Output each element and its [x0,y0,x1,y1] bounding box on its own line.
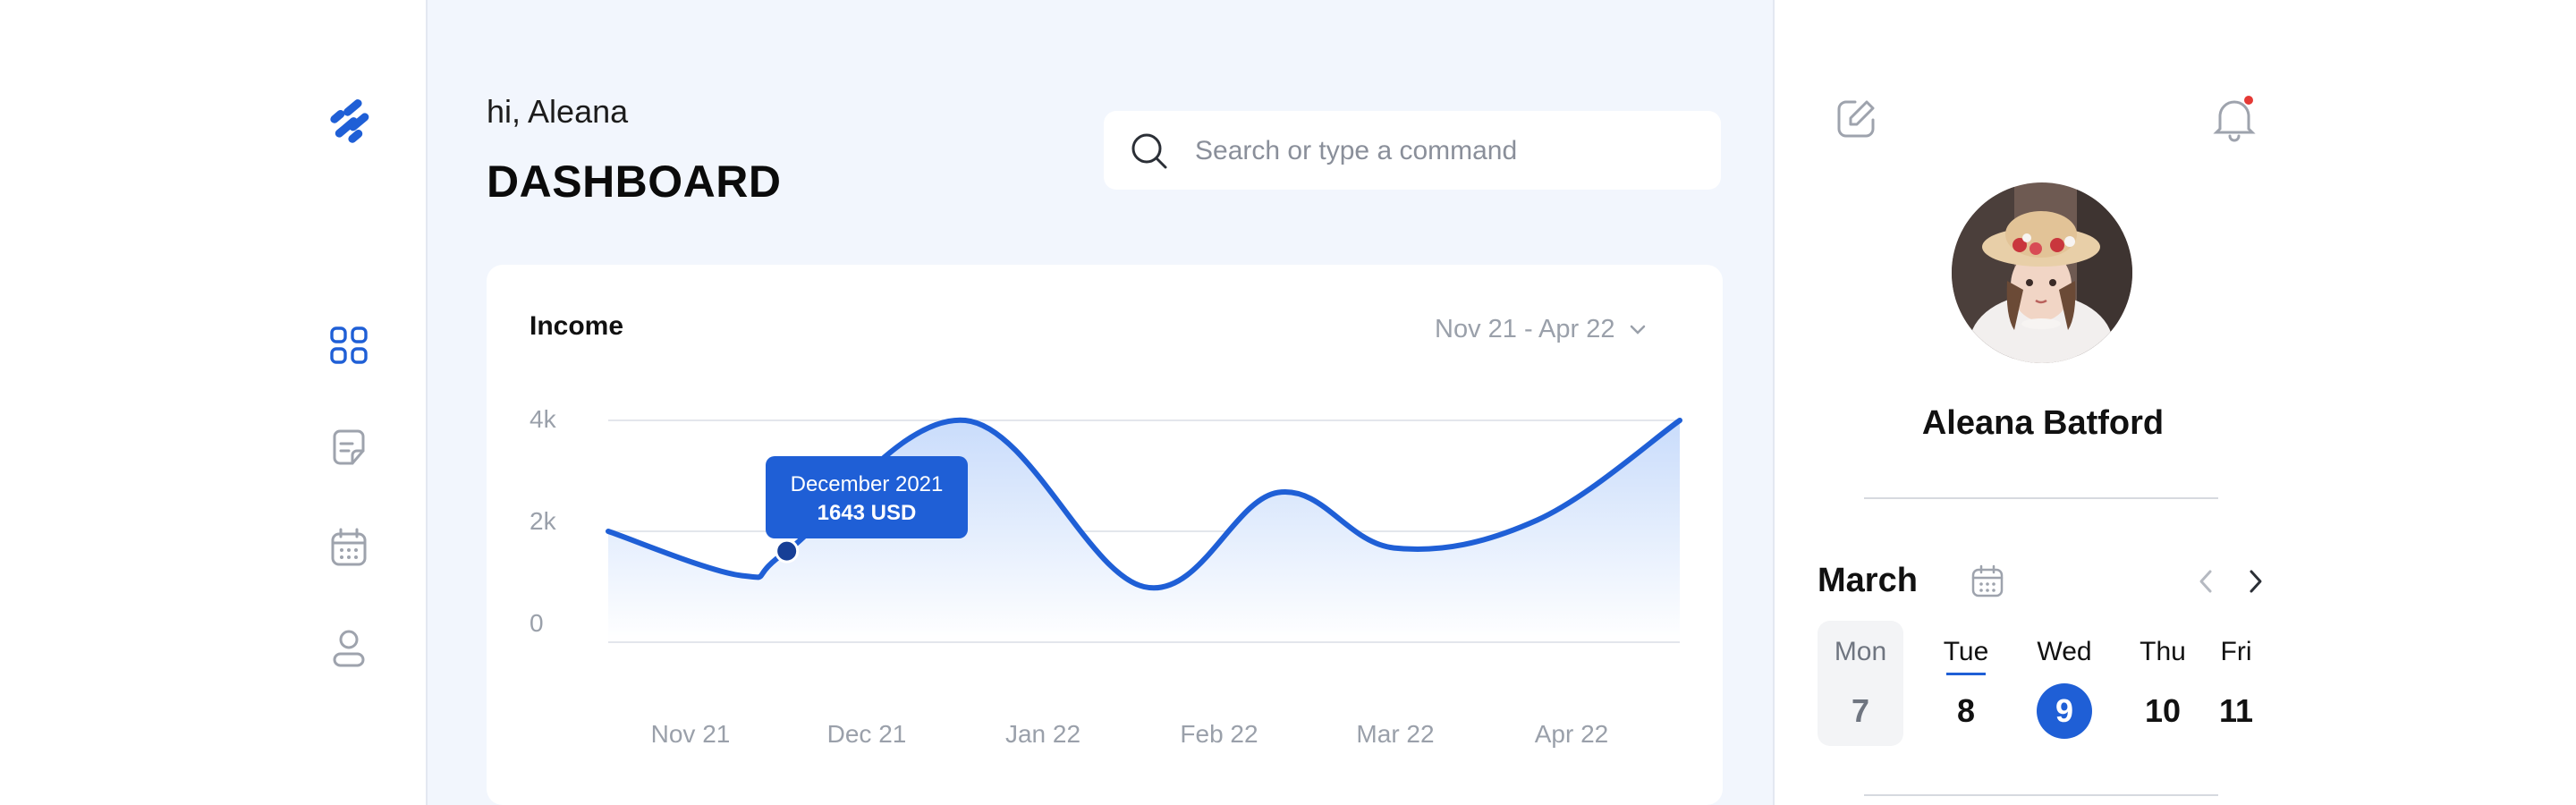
calendar-icon[interactable] [1970,564,2005,599]
y-tick-label: 4k [530,405,557,433]
x-tick-label: Nov 21 [651,720,731,748]
highlight-point[interactable] [775,538,800,564]
search-input[interactable] [1193,129,1698,174]
day-date: 10 [2144,692,2182,729]
x-tick-label: Jan 22 [1005,720,1080,748]
profile-name: Aleana Batford [1921,404,2165,442]
notification-dot [2244,96,2253,105]
today-indicator [1946,673,1986,675]
calendar-day-selected[interactable]: Wed 9 [2021,621,2107,746]
search-icon [1131,133,1167,169]
bell-icon[interactable] [2211,93,2258,143]
logo-icon[interactable] [324,93,377,147]
calendar-day[interactable]: Tue 8 [1923,621,2009,746]
day-date: 9 [2055,692,2074,729]
calendar-icon[interactable] [327,526,370,569]
edit-icon[interactable] [1834,97,1878,141]
tooltip-title: December 2021 [790,472,944,496]
calendar-day[interactable]: Mon 7 [1818,621,1903,746]
x-tick-label: Feb 22 [1180,720,1258,748]
income-card: Income Nov 21 - Apr 22 4k 2k 0 Nov 21 Dec 21… [487,265,1723,805]
user-icon[interactable] [327,626,370,669]
day-date: 8 [1956,692,1976,729]
day-name: Mon [1834,637,1887,666]
x-tick-label: Apr 22 [1535,720,1609,748]
income-chart: 4k 2k 0 Nov 21 Dec 21 Jan 22 Feb 22 Mar 22 Apr 2… [530,405,1682,748]
calendar-day[interactable]: Fri 11 [2207,621,2265,746]
calendar-month: March [1818,562,1918,599]
sidebar [0,0,428,805]
x-tick-label: Mar 22 [1356,720,1434,748]
day-name: Tue [1943,637,1989,666]
day-date: 11 [2218,692,2254,729]
next-month-button[interactable] [2241,565,2270,597]
avatar[interactable] [1952,182,2132,363]
x-tick-label: Dec 21 [827,720,907,748]
avatar-image [1952,182,2132,363]
profile-panel: Aleana Batford March Mon 7 Tue 8 Wed 9 T… [1775,0,2576,805]
tooltip-value: 1643 USD [817,501,917,525]
dashboard-grid-icon[interactable] [327,324,370,367]
day-date: 7 [1851,692,1870,729]
divider [1864,794,2218,796]
page-title: DASHBOARD [487,157,782,207]
search-bar[interactable] [1104,111,1721,190]
y-tick-label: 0 [530,609,544,637]
main-panel: hi, Aleana DASHBOARD Income Nov 21 - Apr… [428,0,1775,805]
day-name: Wed [2037,637,2092,666]
greeting: hi, Aleana [487,93,629,130]
y-tick-label: 2k [530,507,557,535]
divider [1864,497,2218,499]
day-name: Fri [2220,637,2252,666]
calendar-day[interactable]: Thu 10 [2120,621,2206,746]
chart-tooltip: December 2021 1643 USD [766,456,968,538]
document-icon[interactable] [327,426,370,469]
prev-month-button[interactable] [2191,565,2220,597]
day-name: Thu [2140,637,2186,666]
